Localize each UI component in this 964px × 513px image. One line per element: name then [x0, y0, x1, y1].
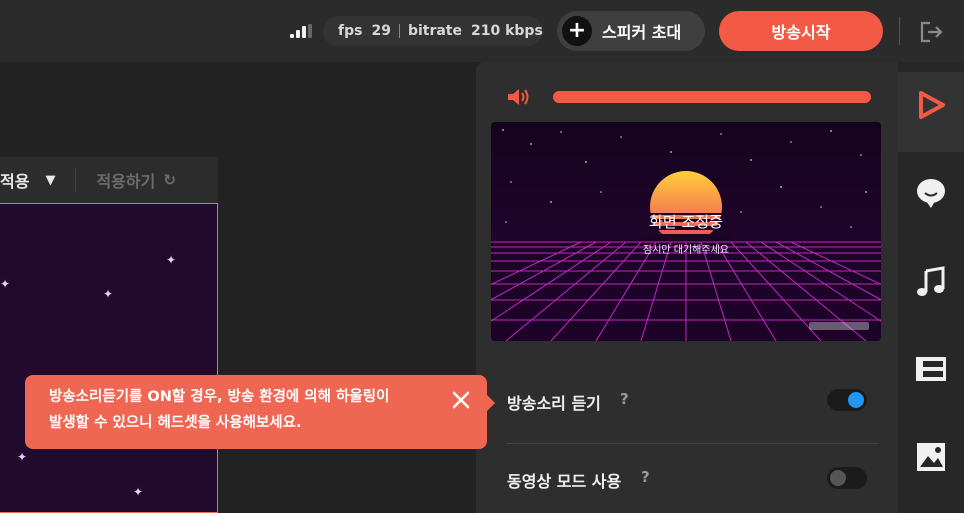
dropdown-triangle-icon[interactable]: ▼ — [45, 173, 55, 188]
video-mode-label: 동영상 모드 사용 — [507, 472, 622, 491]
image-icon[interactable] — [914, 440, 948, 474]
exit-icon[interactable] — [919, 20, 945, 44]
close-icon[interactable] — [450, 389, 472, 411]
sparkle-icon: ✦ — [103, 287, 114, 301]
broadcast-preview: 화면 조정중 잠시만 대기해주세요 — [491, 122, 881, 341]
toggle-knob — [830, 470, 846, 486]
signal-strength-icon — [290, 24, 312, 38]
video-mode-help-icon[interactable]: ? — [641, 468, 650, 486]
invite-speaker-label: 스피커 초대 — [602, 23, 682, 42]
fps-value: 29 — [371, 23, 391, 39]
tooltip-line-2: 발생할 수 있으니 헤드셋을 사용해보세요. — [49, 415, 302, 431]
refresh-icon[interactable]: ↻ — [163, 171, 176, 189]
sparkle-icon: ✦ — [166, 253, 177, 267]
bitrate-label: bitrate — [407, 23, 462, 39]
stage-preview: ✦ ✦ ✦ ✦ ✦ — [0, 203, 218, 513]
sparkle-icon: ✦ — [0, 277, 11, 291]
toggle-knob — [848, 392, 864, 408]
preview-title: 화면 조정중 — [649, 213, 723, 231]
header-divider — [899, 17, 900, 45]
stats-divider — [398, 24, 400, 38]
plus-icon: + — [562, 16, 592, 46]
video-mode-toggle[interactable] — [827, 467, 867, 489]
filter-toolbar: 적용 ▼ 적용하기 ↻ — [0, 157, 218, 203]
volume-slider[interactable] — [553, 91, 871, 103]
chat-bubble-icon[interactable] — [914, 176, 948, 210]
sparkle-icon: ✦ — [133, 485, 144, 499]
monitor-help-icon[interactable]: ? — [620, 390, 629, 408]
play-icon[interactable] — [914, 88, 948, 122]
tooltip-line-1: 방송소리듣기를 ON할 경우, 방송 환경에 의해 하울링이 — [49, 389, 390, 405]
speaker-icon[interactable] — [506, 86, 532, 108]
howling-warning-tooltip: 방송소리듣기를 ON할 경우, 방송 환경에 의해 하울링이 발생할 수 있으니… — [25, 375, 495, 449]
toolbar-divider — [75, 168, 77, 192]
monitor-sound-toggle[interactable] — [827, 389, 867, 411]
layout-icon[interactable] — [914, 352, 948, 386]
stream-stats: fps 29 bitrate 210 kbps — [323, 16, 543, 46]
fps-label: fps — [338, 23, 363, 39]
row-divider — [507, 443, 879, 444]
preview-subtitle: 잠시만 대기해주세요 — [643, 245, 729, 256]
music-note-icon[interactable] — [914, 265, 948, 299]
apply-option-select[interactable]: 적용 — [0, 168, 29, 192]
apply-button[interactable]: 적용하기 — [96, 168, 155, 192]
monitor-sound-label: 방송소리 듣기 — [507, 394, 601, 413]
tooltip-arrow — [487, 395, 495, 411]
invite-speaker-button[interactable]: + 스피커 초대 — [557, 11, 705, 51]
sparkle-icon: ✦ — [17, 450, 28, 464]
start-broadcast-button[interactable]: 방송시작 — [719, 11, 883, 51]
top-bar: fps 29 bitrate 210 kbps + 스피커 초대 방송시작 — [0, 0, 964, 62]
bitrate-value: 210 kbps — [471, 23, 543, 39]
